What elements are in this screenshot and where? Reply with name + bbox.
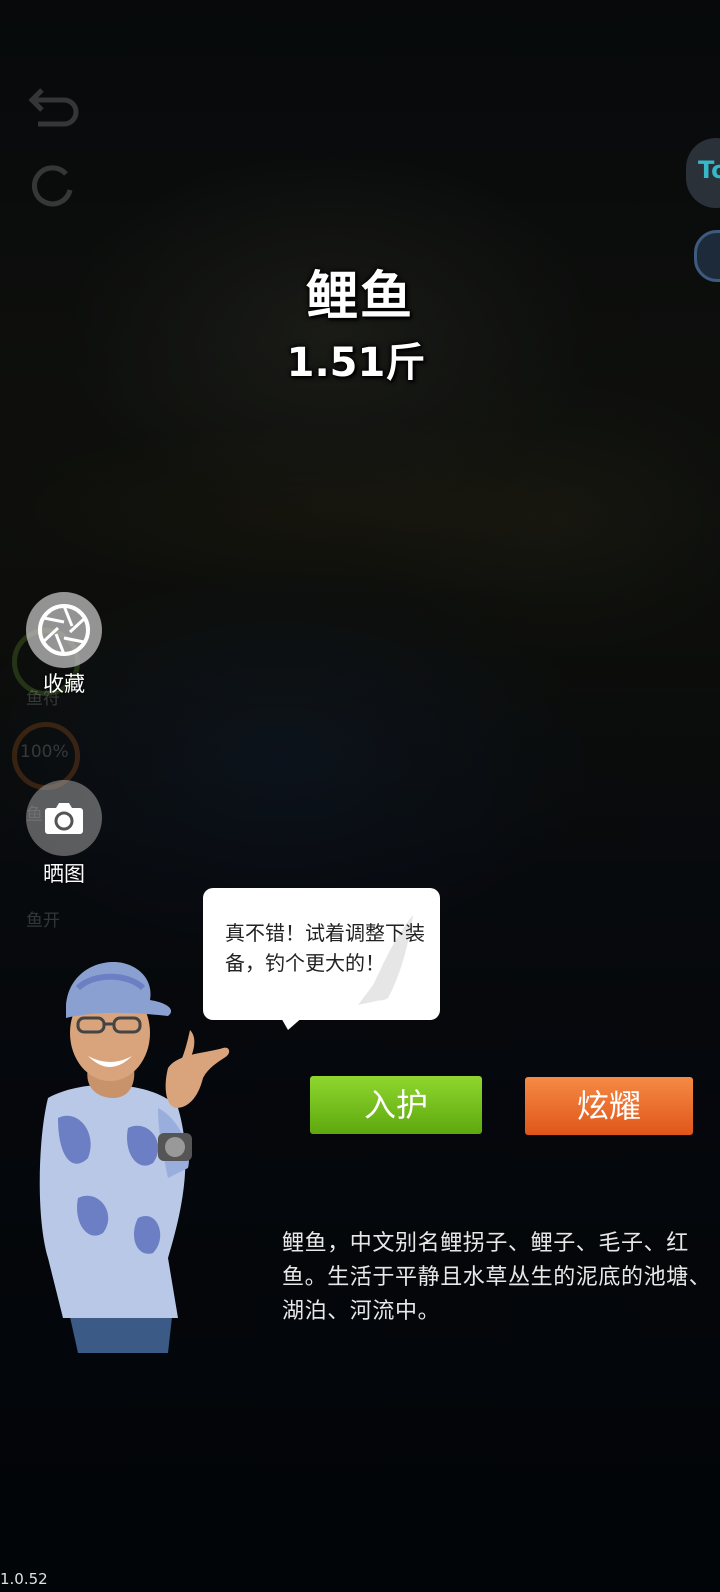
- fish-name: 鲤鱼: [305, 267, 414, 327]
- hud-label-2: 100%: [20, 742, 69, 762]
- speech-bubble: 真不错！试着调整下装备，钓个更大的！: [203, 888, 440, 1020]
- protect-button[interactable]: 入护: [310, 1076, 482, 1134]
- share-image-label[interactable]: 晒图: [20, 858, 108, 888]
- game-screen: 鱼符 100% 鱼 鱼开 To 鲤鱼 1.51斤 收藏 晒图: [0, 0, 720, 1592]
- share-image-button[interactable]: [26, 780, 102, 856]
- angler-character: [39, 962, 230, 1353]
- aperture-icon: [38, 604, 90, 656]
- badge-text: To: [698, 156, 720, 184]
- hud-label-4: 鱼开: [26, 911, 60, 931]
- fish-weight: 1.51斤: [286, 340, 426, 386]
- speech-bubble-tail: [280, 1016, 304, 1030]
- collect-button[interactable]: [26, 592, 102, 668]
- camera-icon: [45, 803, 83, 834]
- show-off-button[interactable]: 炫耀: [525, 1077, 693, 1135]
- collect-label[interactable]: 收藏: [20, 668, 108, 698]
- back-arrow-icon: [28, 88, 79, 127]
- speech-text: 真不错！试着调整下装备，钓个更大的！: [225, 921, 425, 975]
- refresh-icon: [32, 165, 73, 207]
- fish-description: 鲤鱼，中文别名鲤拐子、鲤子、毛子、红鱼。生活于平静且水草丛生的泥底的池塘、湖泊、…: [282, 1231, 712, 1324]
- version-label: 1.0.52: [0, 1570, 48, 1588]
